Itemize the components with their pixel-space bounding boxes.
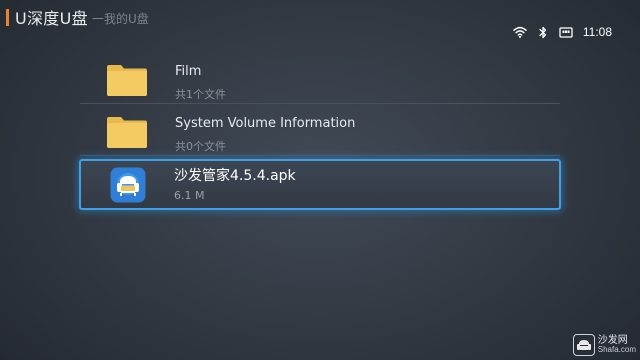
folder-icon (106, 63, 148, 97)
clock: 11:08 (582, 25, 612, 39)
ethernet-icon (559, 26, 573, 38)
file-row-system-volume-information[interactable]: System Volume Information 共0个文件 (80, 104, 560, 156)
bluetooth-icon (539, 26, 547, 39)
status-bar: 11:08 (513, 23, 612, 41)
sofa-logo-icon (572, 334, 595, 356)
file-meta: 共1个文件 (175, 88, 226, 101)
file-name: Film (175, 64, 202, 79)
file-name: 沙发管家4.5.4.apk (174, 168, 296, 184)
sofa-app-icon (110, 167, 146, 203)
watermark-text: 沙发网 Shafa.com (597, 335, 636, 355)
page-title: U深度U盘 (15, 9, 88, 28)
file-row-film[interactable]: Film 共1个文件 (80, 52, 560, 104)
file-meta: 共0个文件 (175, 140, 226, 153)
title-accent-bar (6, 8, 9, 26)
wifi-icon (513, 26, 527, 38)
watermark-en: Shafa.com (597, 345, 636, 355)
title-bar: U深度U盘 一我的U盘 (6, 6, 149, 28)
watermark: 沙发网 Shafa.com (572, 334, 636, 356)
file-meta: 6.1 M (174, 189, 205, 202)
file-row-shafa-apk[interactable]: 沙发管家4.5.4.apk 6.1 M (79, 159, 561, 210)
file-list: Film 共1个文件 System Volume Information 共0个… (79, 52, 561, 210)
folder-icon (106, 115, 148, 149)
breadcrumb: 一我的U盘 (91, 12, 149, 26)
file-name: System Volume Information (175, 116, 356, 131)
